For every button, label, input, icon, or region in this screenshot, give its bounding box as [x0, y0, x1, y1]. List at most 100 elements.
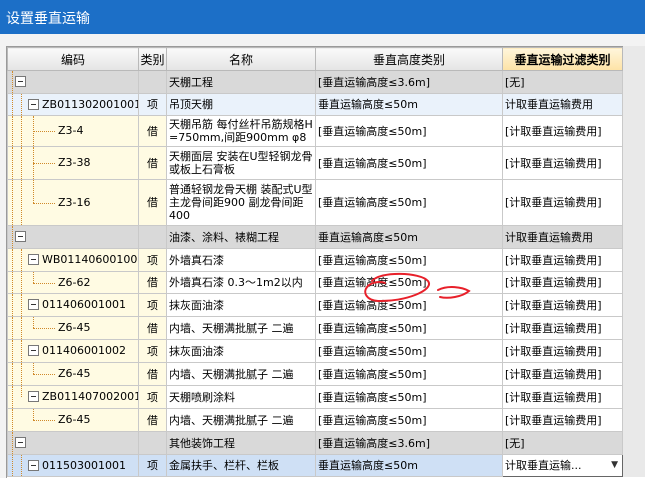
name-cell: 普通轻钢龙骨天棚 装配式U型主龙骨间距900 副龙骨间距 400: [166, 179, 316, 226]
height-cell[interactable]: [垂直运输高度≤50m]: [315, 362, 503, 386]
code-cell: ZB011302001001: [7, 93, 139, 116]
height-cell[interactable]: 垂直运输高度≤50m: [315, 225, 503, 249]
table-row[interactable]: ZB011302001001 项 吊顶天棚 垂直运输高度≤50m 计取垂直运输费…: [7, 93, 623, 116]
collapse-toggle-icon[interactable]: [15, 437, 26, 448]
code-cell: Z3-38: [7, 146, 139, 180]
table-row[interactable]: Z6-62 借 外墙真石漆 0.3～1m2以内 [垂直运输高度≤50m] [计取…: [7, 271, 623, 294]
type-cell: 项: [138, 339, 167, 363]
height-cell[interactable]: [垂直运输高度≤50m]: [315, 248, 503, 272]
table-row[interactable]: Z6-45 借 内墙、天棚满批腻子 二遍 [垂直运输高度≤50m] [计取垂直运…: [7, 408, 623, 432]
filter-cell[interactable]: [计取垂直运输费用]: [502, 385, 623, 409]
filter-cell[interactable]: [无]: [502, 431, 623, 455]
collapse-toggle-icon[interactable]: [15, 76, 26, 87]
filter-cell[interactable]: [计取垂直运输费用]: [502, 146, 623, 180]
type-cell: 借: [138, 408, 167, 432]
filter-cell[interactable]: [计取垂直运输费用]: [502, 179, 623, 226]
type-cell: 借: [138, 115, 167, 147]
type-cell: 项: [138, 385, 167, 409]
code-cell: WB011406001001: [7, 248, 139, 272]
col-header-filter[interactable]: 垂直运输过滤类别: [502, 47, 623, 71]
collapse-toggle-icon[interactable]: [28, 391, 39, 402]
height-cell[interactable]: [垂直运输高度≤50m]: [315, 385, 503, 409]
filter-cell[interactable]: [计取垂直运输费用]: [502, 316, 623, 340]
filter-cell[interactable]: [计取垂直运输费用]: [502, 271, 623, 294]
collapse-toggle-icon[interactable]: [28, 299, 39, 310]
filter-cell[interactable]: 计取垂直运输费用: [502, 225, 623, 249]
code-cell: 011406001002: [7, 339, 139, 363]
name-cell: 天棚吊筋 每付丝杆吊筋规格H=750mm,间距900mm φ8: [166, 115, 316, 147]
code-text: Z6-45: [58, 413, 91, 426]
code-text: Z6-45: [58, 321, 91, 334]
filter-cell[interactable]: [计取垂直运输费用]: [502, 408, 623, 432]
type-cell: 项: [138, 454, 167, 477]
height-cell[interactable]: [垂直运输高度≤50m]: [315, 408, 503, 432]
type-cell: [138, 225, 167, 249]
col-header-code[interactable]: 编码: [7, 47, 139, 71]
height-cell[interactable]: [垂直运输高度≤50m]: [315, 115, 503, 147]
table-row[interactable]: 011406001002 项 抹灰面油漆 [垂直运输高度≤50m] [计取垂直运…: [7, 339, 623, 363]
code-cell: 011503001001: [7, 454, 139, 477]
col-header-height[interactable]: 垂直高度类别: [315, 47, 503, 71]
code-cell: Z6-45: [7, 362, 139, 386]
height-cell[interactable]: [垂直运输高度≤50m]: [315, 179, 503, 226]
type-cell: [138, 70, 167, 94]
height-cell[interactable]: [垂直运输高度≤50m]: [315, 146, 503, 180]
type-cell: 项: [138, 293, 167, 317]
collapse-toggle-icon[interactable]: [28, 254, 39, 265]
code-text: Z3-38: [58, 156, 91, 169]
collapse-toggle-icon[interactable]: [28, 345, 39, 356]
height-cell[interactable]: 垂直运输高度≤50m: [315, 454, 503, 477]
name-cell: 金属扶手、栏杆、栏板: [166, 454, 316, 477]
height-cell[interactable]: [垂直运输高度≤50m]: [315, 271, 503, 294]
table-row[interactable]: Z6-45 借 内墙、天棚满批腻子 二遍 [垂直运输高度≤50m] [计取垂直运…: [7, 362, 623, 386]
col-header-name[interactable]: 名称: [166, 47, 316, 71]
code-text: 011503001001: [42, 458, 126, 472]
code-cell: Z6-45: [7, 408, 139, 432]
table-row[interactable]: Z3-16 借 普通轻钢龙骨天棚 装配式U型主龙骨间距900 副龙骨间距 400…: [7, 179, 623, 226]
filter-cell[interactable]: [计取垂直运输费用]: [502, 362, 623, 386]
vertical-scrollbar[interactable]: [623, 46, 645, 477]
name-cell: 抹灰面油漆: [166, 293, 316, 317]
code-cell: [7, 431, 139, 455]
table-row[interactable]: Z3-4 借 天棚吊筋 每付丝杆吊筋规格H=750mm,间距900mm φ8 […: [7, 115, 623, 147]
filter-cell[interactable]: [计取垂直运输费用]: [502, 115, 623, 147]
table-row-selected[interactable]: 011503001001 项 金属扶手、栏杆、栏板 垂直运输高度≤50m ▼ 计…: [7, 454, 623, 477]
chevron-down-icon[interactable]: ▼: [611, 459, 620, 472]
type-cell: 借: [138, 316, 167, 340]
table-row[interactable]: WB011406001001 项 外墙真石漆 [垂直运输高度≤50m] [计取垂…: [7, 248, 623, 272]
height-cell[interactable]: [垂直运输高度≤50m]: [315, 339, 503, 363]
col-header-type[interactable]: 类别: [138, 47, 167, 71]
table-row[interactable]: 油漆、涂料、裱糊工程 垂直运输高度≤50m 计取垂直运输费用: [7, 225, 623, 249]
filter-cell[interactable]: 计取垂直运输费用: [502, 93, 623, 116]
name-cell: 天棚面层 安装在U型轻钢龙骨或板上石膏板: [166, 146, 316, 180]
filter-cell[interactable]: [无]: [502, 70, 623, 94]
collapse-toggle-icon[interactable]: [28, 459, 39, 471]
height-cell[interactable]: [垂直运输高度≤3.6m]: [315, 70, 503, 94]
filter-dropdown[interactable]: ▼ 计取垂直运输...: [502, 454, 623, 477]
filter-cell[interactable]: [计取垂直运输费用]: [502, 248, 623, 272]
collapse-toggle-icon[interactable]: [28, 98, 39, 110]
code-text: WB011406001001: [42, 253, 139, 266]
type-cell: 借: [138, 146, 167, 180]
table-row[interactable]: Z3-38 借 天棚面层 安装在U型轻钢龙骨或板上石膏板 [垂直运输高度≤50m…: [7, 146, 623, 180]
height-cell[interactable]: [垂直运输高度≤3.6m]: [315, 431, 503, 455]
name-cell: 外墙真石漆 0.3～1m2以内: [166, 271, 316, 294]
table-row[interactable]: 其他装饰工程 [垂直运输高度≤3.6m] [无]: [7, 431, 623, 455]
filter-cell[interactable]: [计取垂直运输费用]: [502, 339, 623, 363]
name-cell: 天棚工程: [166, 70, 316, 94]
table-row[interactable]: Z6-45 借 内墙、天棚满批腻子 二遍 [垂直运输高度≤50m] [计取垂直运…: [7, 316, 623, 340]
height-cell[interactable]: [垂直运输高度≤50m]: [315, 293, 503, 317]
height-cell[interactable]: [垂直运输高度≤50m]: [315, 316, 503, 340]
table-row[interactable]: 011406001001 项 抹灰面油漆 [垂直运输高度≤50m] [计取垂直运…: [7, 293, 623, 317]
name-cell: 内墙、天棚满批腻子 二遍: [166, 316, 316, 340]
code-cell: Z3-4: [7, 115, 139, 147]
code-text: Z6-62: [58, 275, 91, 289]
filter-cell[interactable]: [计取垂直运输费用]: [502, 293, 623, 317]
type-cell: 借: [138, 179, 167, 226]
table-row[interactable]: 天棚工程 [垂直运输高度≤3.6m] [无]: [7, 70, 623, 94]
collapse-toggle-icon[interactable]: [15, 231, 26, 242]
table-row[interactable]: ZB011407002001 项 天棚喷刷涂料 [垂直运输高度≤50m] [计取…: [7, 385, 623, 409]
height-cell[interactable]: 垂直运输高度≤50m: [315, 93, 503, 116]
code-cell: ZB011407002001: [7, 385, 139, 409]
name-cell: 内墙、天棚满批腻子 二遍: [166, 408, 316, 432]
